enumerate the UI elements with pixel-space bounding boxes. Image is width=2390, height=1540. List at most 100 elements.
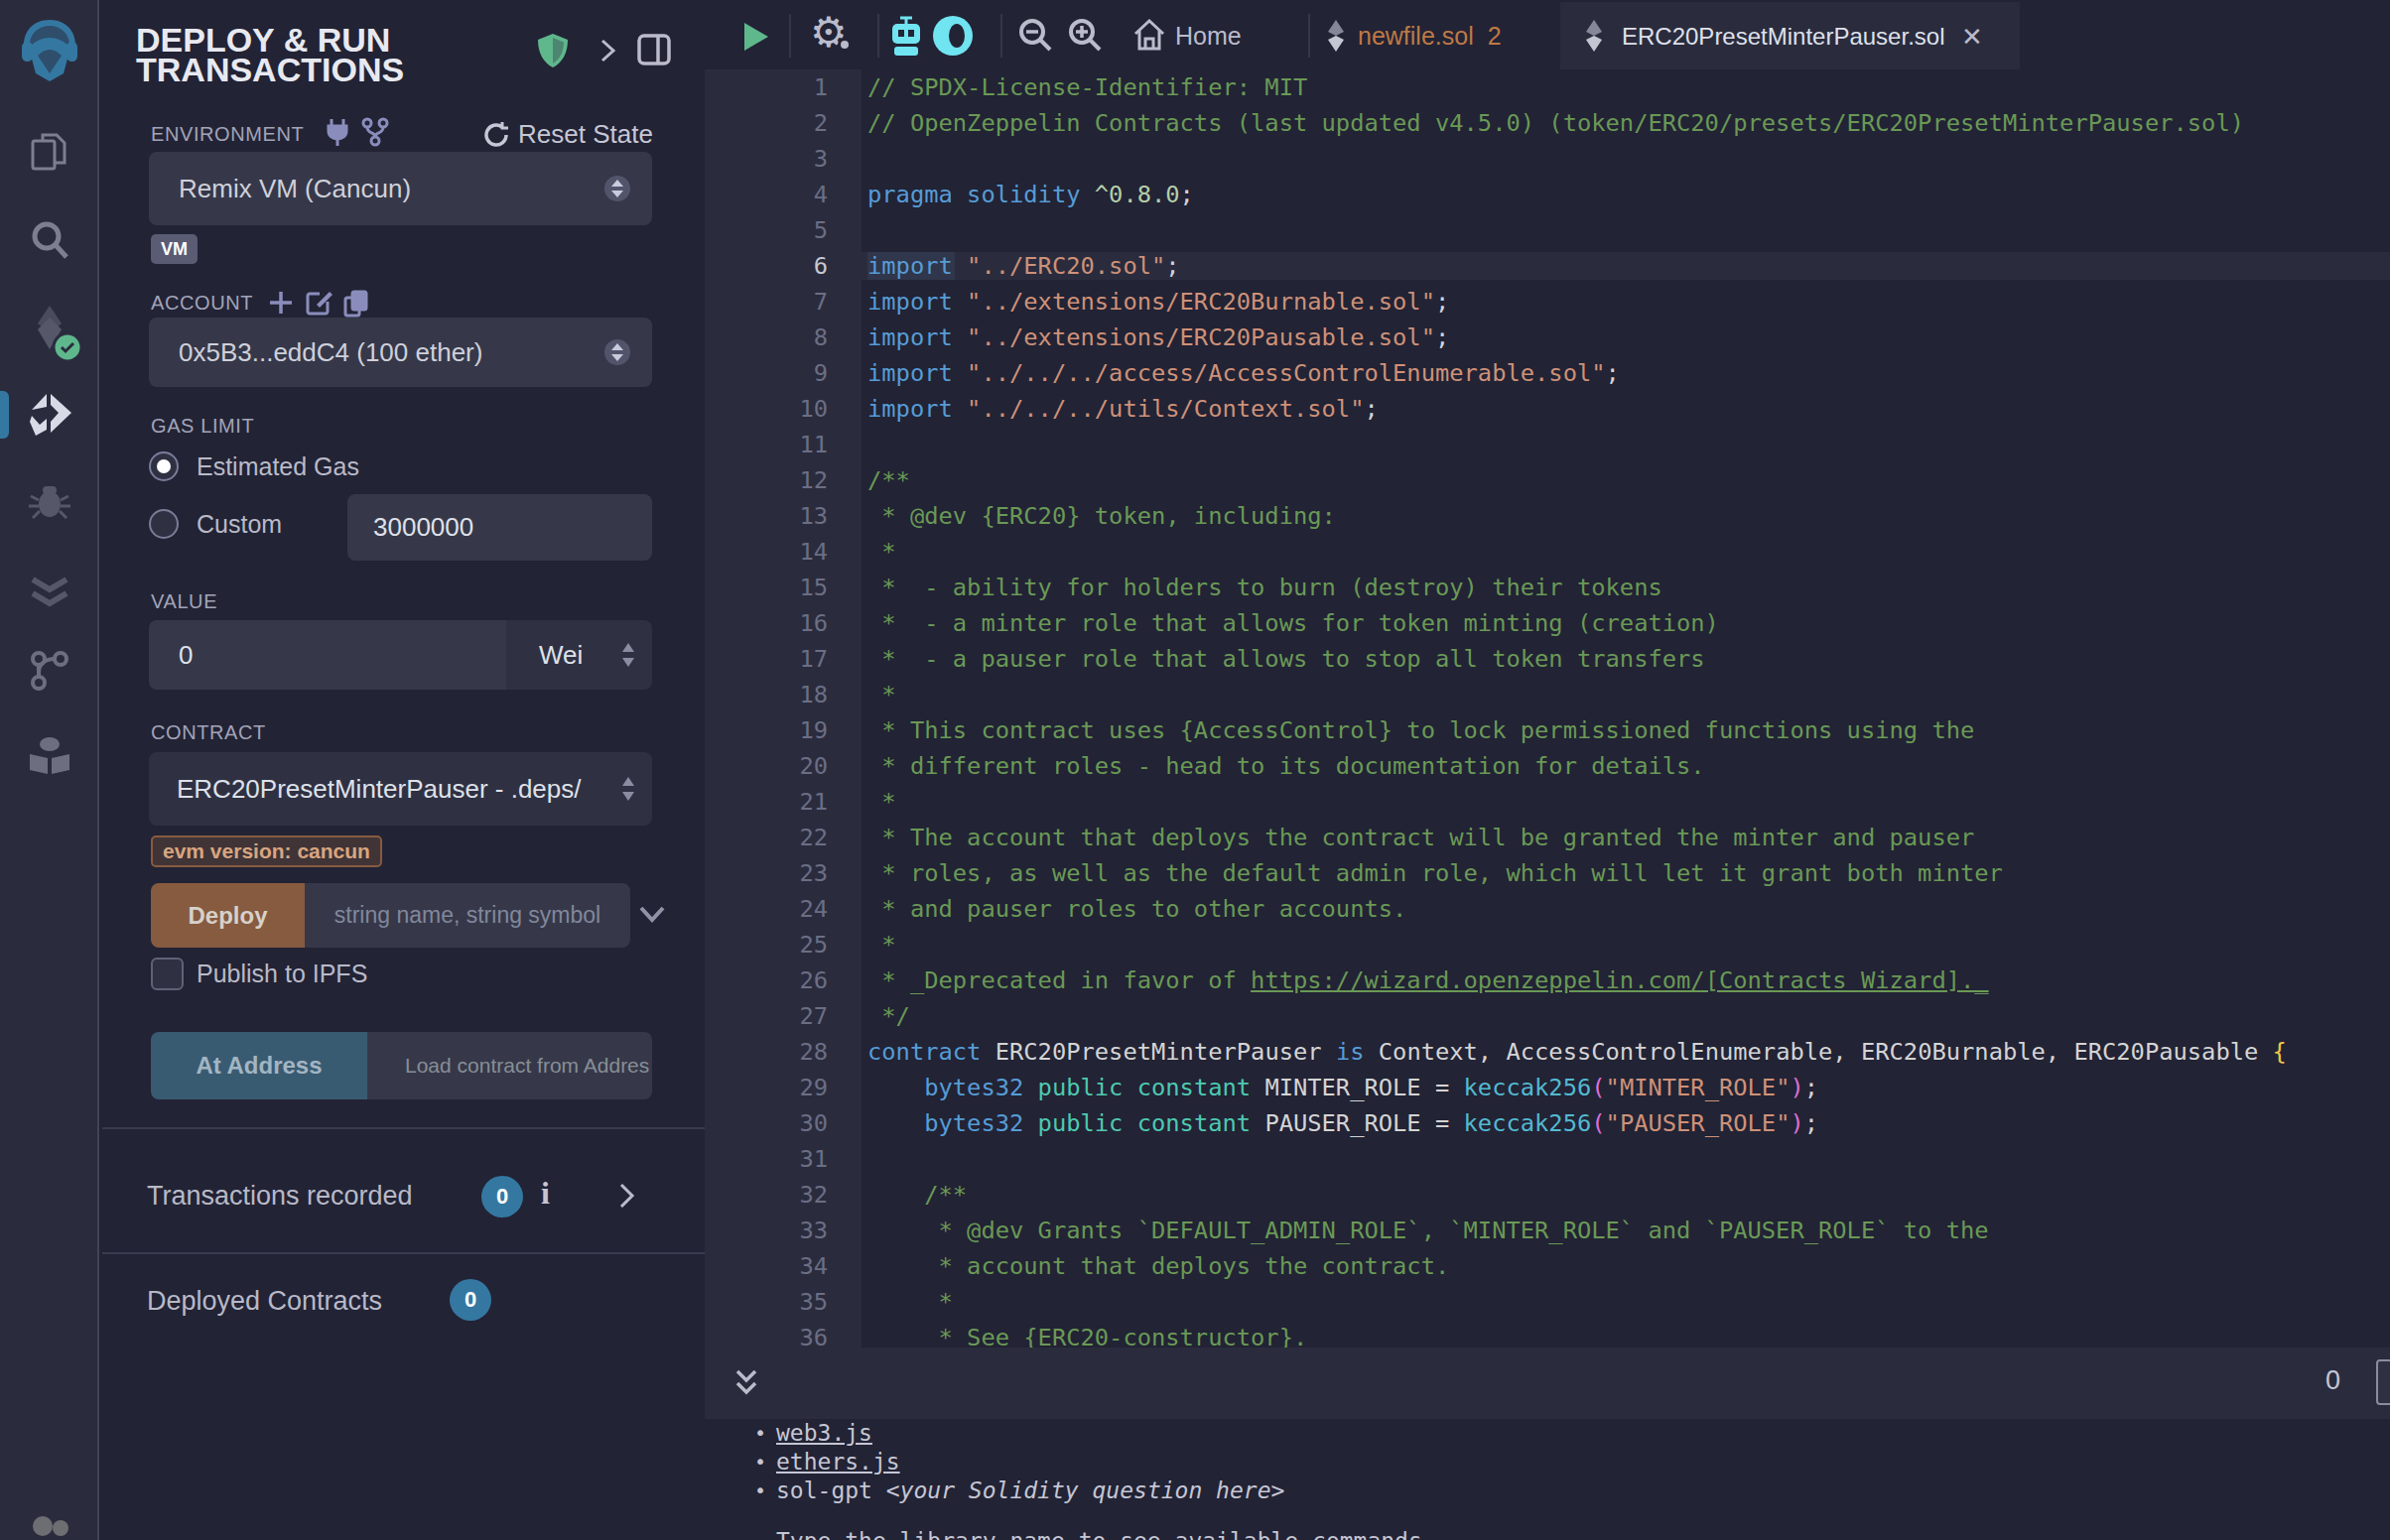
account-select[interactable]: 0x5B3...eddC4 (100 ether) <box>149 318 652 387</box>
terminal-listen-count: 0 <box>2325 1365 2340 1396</box>
at-address-input[interactable]: Load contract from Addres <box>367 1032 652 1099</box>
gas-limit-label: GAS LIMIT <box>151 415 254 438</box>
expand-transactions-icon[interactable] <box>615 1181 637 1215</box>
code-line: * @dev Grants `DEFAULT_ADMIN_ROLE`, `MIN… <box>867 1213 2287 1248</box>
value-unit: Wei <box>539 640 583 670</box>
estimated-gas-label[interactable]: Estimated Gas <box>197 451 359 481</box>
line-numbers: 1234567891011121314151617181920212223242… <box>705 69 828 1355</box>
code-line: * different roles - head to its document… <box>867 748 2287 784</box>
file-explorer-icon[interactable] <box>0 129 99 179</box>
unit-testing-icon[interactable] <box>0 568 99 617</box>
close-tab-icon[interactable]: ✕ <box>1961 22 1983 53</box>
git-icon[interactable] <box>0 647 99 697</box>
code-line: import "../../../access/AccessControlEnu… <box>867 355 2287 391</box>
code-line: * roles, as well as the default admin ro… <box>867 855 2287 891</box>
custom-gas-input[interactable]: 3000000 <box>347 494 652 561</box>
terminal-bar[interactable]: 0 <box>705 1348 2390 1419</box>
expand-panel-icon[interactable] <box>596 38 619 67</box>
tab-home[interactable]: Home <box>1175 22 1242 51</box>
info-icon[interactable]: i <box>541 1175 550 1212</box>
terminal-line: •web3.js <box>705 1419 2390 1448</box>
add-account-icon[interactable] <box>268 290 294 320</box>
script-settings-gear-icon[interactable]: ⚙ <box>810 8 848 57</box>
deploy-and-run-icon[interactable] <box>0 391 99 443</box>
code-line: import "../ERC20.sol"; <box>867 248 2287 284</box>
compile-success-badge <box>52 331 83 367</box>
toolbar-separator <box>789 14 791 58</box>
ai-toggle-icon[interactable] <box>931 15 975 61</box>
reset-state-button[interactable]: Reset State <box>518 119 653 150</box>
environment-select[interactable]: Remix VM (Cancun) <box>149 152 652 225</box>
settings-icon[interactable] <box>0 1512 99 1540</box>
deployed-count-badge: 0 <box>450 1279 491 1321</box>
code-line: /** <box>867 1177 2287 1213</box>
home-icon[interactable] <box>1131 17 1167 57</box>
remix-logo-icon[interactable] <box>0 16 99 87</box>
terminal-line <box>705 1505 2390 1527</box>
tab-newfile-label: newfile.sol <box>1358 22 1474 50</box>
run-script-icon[interactable] <box>738 20 772 58</box>
custom-gas-radio[interactable] <box>149 509 179 539</box>
zoom-out-icon[interactable] <box>1016 17 1054 59</box>
tab-error-count: 2 <box>1488 22 1502 50</box>
evm-version-badge: evm version: cancun <box>151 835 382 867</box>
value-input[interactable]: 0 <box>149 620 506 690</box>
reset-state-icon[interactable] <box>482 121 510 153</box>
transactions-count-badge: 0 <box>481 1176 523 1218</box>
deploy-expand-icon[interactable] <box>638 905 666 929</box>
terminal-line: •sol-gpt <your Solidity question here> <box>705 1476 2390 1505</box>
code-content[interactable]: // SPDX-License-Identifier: MIT// OpenZe… <box>867 69 2287 1355</box>
plug-icon[interactable] <box>324 117 351 151</box>
publish-ipfs-label[interactable]: Publish to IPFS <box>197 960 367 988</box>
plugin-manager-icon[interactable] <box>0 732 99 784</box>
contract-select[interactable]: ERC20PresetMinterPauser - .deps/ <box>149 752 652 826</box>
terminal-link[interactable]: web3.js <box>776 1420 872 1446</box>
code-line <box>867 141 2287 177</box>
expand-terminal-icon[interactable] <box>731 1363 761 1407</box>
code-line: * The account that deploys the contract … <box>867 820 2287 855</box>
code-line: pragma solidity ^0.8.0; <box>867 177 2287 212</box>
estimated-gas-radio[interactable] <box>149 451 179 481</box>
deployed-contracts-label: Deployed Contracts <box>147 1286 382 1317</box>
terminal-line: •ethers.js <box>705 1448 2390 1476</box>
custom-gas-label[interactable]: Custom <box>197 509 282 539</box>
shield-icon <box>536 33 570 72</box>
code-line: * - a pauser role that allows to stop al… <box>867 641 2287 677</box>
debugger-icon[interactable] <box>0 478 99 528</box>
code-line <box>867 212 2287 248</box>
terminal-link[interactable]: ethers.js <box>776 1449 900 1475</box>
section-divider <box>102 1127 706 1129</box>
code-line: import "../extensions/ERC20Burnable.sol"… <box>867 284 2287 320</box>
tab-active[interactable]: ERC20PresetMinterPauser.sol ✕ <box>1560 2 2020 69</box>
code-line: * <box>867 784 2287 820</box>
zoom-in-icon[interactable] <box>1066 17 1104 59</box>
code-line: bytes32 public constant MINTER_ROLE = ke… <box>867 1070 2287 1105</box>
contract-label: CONTRACT <box>151 721 266 744</box>
terminal-line: Type the library name to see available c… <box>705 1527 2390 1540</box>
page-title: DEPLOY & RUN TRANSACTIONS <box>136 25 563 84</box>
code-line: * - ability for holders to burn (destroy… <box>867 570 2287 605</box>
deploy-button[interactable]: Deploy <box>151 883 305 948</box>
publish-ipfs-checkbox[interactable] <box>151 958 184 990</box>
account-label: ACCOUNT <box>151 292 253 315</box>
tab-active-label: ERC20PresetMinterPauser.sol <box>1622 23 1944 51</box>
tab-newfile[interactable]: newfile.sol 2 <box>1358 22 1502 51</box>
select-spinner-icon <box>604 339 630 365</box>
terminal-output[interactable]: •web3.js•ethers.js•sol-gpt <your Solidit… <box>705 1419 2390 1540</box>
code-line: // SPDX-License-Identifier: MIT <box>867 69 2287 105</box>
at-address-button[interactable]: At Address <box>151 1032 367 1099</box>
deploy-args-input[interactable]: string name, string symbol <box>305 883 630 948</box>
code-line: * <box>867 534 2287 570</box>
toolbar-separator <box>1000 14 1002 58</box>
code-line: import "../../../utils/Context.sol"; <box>867 391 2287 427</box>
value-unit-select[interactable]: Wei <box>506 620 652 690</box>
search-icon[interactable] <box>0 217 99 267</box>
fork-environment-icon[interactable] <box>361 117 389 151</box>
edit-account-icon[interactable] <box>306 288 333 320</box>
vm-badge: VM <box>151 234 198 264</box>
code-line: // OpenZeppelin Contracts (last updated … <box>867 105 2287 141</box>
solidity-compiler-icon[interactable] <box>0 304 99 355</box>
terminal-search-box[interactable] <box>2376 1359 2390 1405</box>
split-view-icon[interactable] <box>637 34 671 69</box>
ai-assistant-robot-icon[interactable] <box>886 14 926 62</box>
